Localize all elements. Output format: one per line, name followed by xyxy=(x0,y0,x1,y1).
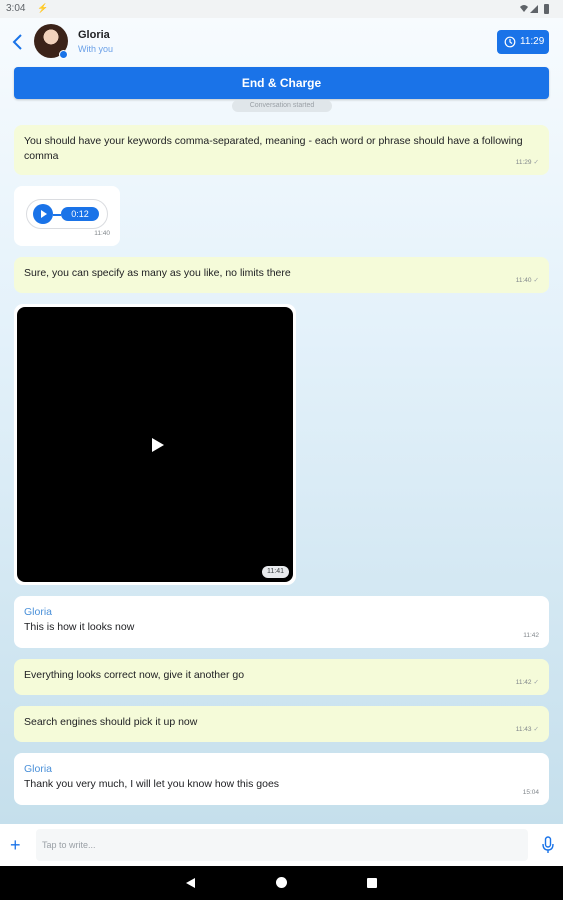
message-time: 11:41 xyxy=(262,566,289,578)
message-outgoing[interactable]: Everything looks correct now, give it an… xyxy=(14,659,549,695)
contact-subtitle: With you xyxy=(78,44,114,54)
back-arrow-icon[interactable] xyxy=(10,32,26,52)
message-text: You should have your keywords comma-sepa… xyxy=(24,135,523,162)
composer-bar: + xyxy=(0,824,563,866)
timer-value: 11:29 xyxy=(520,36,545,47)
message-text: Sure, you can specify as many as you lik… xyxy=(24,267,291,279)
status-bar: 3:04 ⚡ xyxy=(0,0,563,18)
message-text: This is how it looks now xyxy=(24,621,135,633)
clock-icon xyxy=(504,36,516,48)
add-attachment-icon[interactable]: + xyxy=(10,836,21,854)
message-input[interactable] xyxy=(36,829,528,861)
play-icon[interactable] xyxy=(33,204,53,224)
signal-icon xyxy=(530,5,538,13)
play-icon[interactable] xyxy=(152,438,164,452)
nav-back-icon[interactable] xyxy=(186,878,195,888)
video-player[interactable]: 11:41 xyxy=(17,307,293,582)
read-check-icon: ✓ xyxy=(533,679,539,686)
message-time: 11:40 xyxy=(94,230,110,237)
message-incoming[interactable]: Gloria This is how it looks now 11:42 xyxy=(14,596,549,648)
voice-progress-line xyxy=(53,214,61,216)
voice-player[interactable]: 0:12 xyxy=(26,199,108,229)
message-time: 11:42 xyxy=(523,632,539,639)
message-text: Search engines should pick it up now xyxy=(24,716,198,728)
message-text: Thank you very much, I will let you know… xyxy=(24,778,280,790)
message-time: 15:04 xyxy=(522,789,539,796)
read-check-icon: ✓ xyxy=(533,726,539,733)
microphone-icon[interactable] xyxy=(542,836,554,854)
online-status-dot xyxy=(59,50,68,59)
battery-icon xyxy=(544,4,549,14)
status-time: 3:04 xyxy=(6,3,26,14)
nav-recents-icon[interactable] xyxy=(367,878,377,888)
message-outgoing[interactable]: Sure, you can specify as many as you lik… xyxy=(14,257,549,293)
message-meta: 11:43 ✓ xyxy=(516,722,539,737)
message-meta: 11:40 ✓ xyxy=(516,273,539,288)
timer-button[interactable]: 11:29 xyxy=(497,30,549,54)
nav-home-icon[interactable] xyxy=(276,877,287,888)
message-time: 11:29 xyxy=(515,159,532,166)
chat-header: Gloria With you 11:29 xyxy=(0,18,563,66)
message-meta: 11:29 ✓ xyxy=(516,155,539,170)
read-check-icon: ✓ xyxy=(533,277,539,284)
message-time: 11:42 xyxy=(515,679,532,686)
system-navigation-bar xyxy=(0,866,563,900)
system-status-icons xyxy=(520,4,549,14)
message-text: Everything looks correct now, give it an… xyxy=(24,669,245,681)
sender-name: Gloria xyxy=(24,606,53,618)
message-body: Gloria Thank you very much, I will let y… xyxy=(24,762,537,792)
chat-area: Gloria With you 11:29 End & Charge Conve… xyxy=(0,18,563,824)
message-body: Gloria This is how it looks now xyxy=(24,605,537,635)
sender-name: Gloria xyxy=(24,763,53,775)
message-meta: 11:42 ✓ xyxy=(516,675,539,690)
message-incoming[interactable]: Gloria Thank you very much, I will let y… xyxy=(14,753,549,805)
wifi-icon xyxy=(520,5,528,12)
conversation-started-badge: Conversation started xyxy=(232,100,332,112)
message-outgoing[interactable]: Search engines should pick it up now 11:… xyxy=(14,706,549,742)
message-time: 11:40 xyxy=(515,277,532,284)
read-check-icon: ✓ xyxy=(533,159,539,166)
video-message[interactable]: 11:41 xyxy=(14,304,296,585)
voice-message[interactable]: 0:12 11:40 xyxy=(14,186,120,246)
end-and-charge-button[interactable]: End & Charge xyxy=(14,67,549,99)
message-outgoing[interactable]: You should have your keywords comma-sepa… xyxy=(14,125,549,175)
bolt-icon: ⚡ xyxy=(37,3,49,13)
message-time: 11:43 xyxy=(515,726,532,733)
contact-name[interactable]: Gloria xyxy=(78,29,110,41)
voice-duration: 0:12 xyxy=(61,207,99,221)
